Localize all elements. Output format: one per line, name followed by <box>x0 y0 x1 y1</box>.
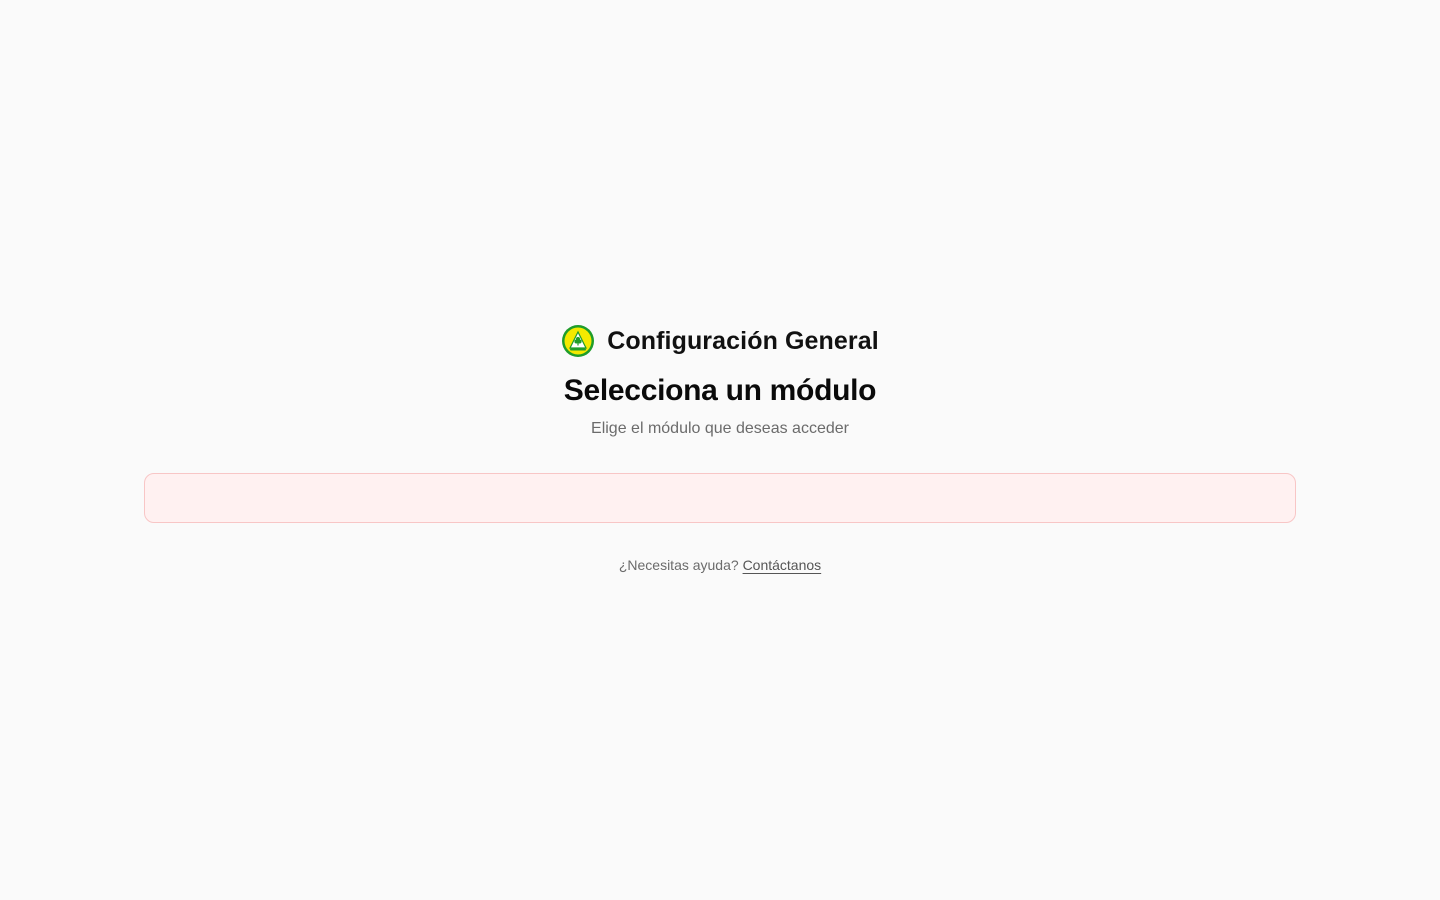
module-selection-page: Configuración General Selecciona un módu… <box>0 0 1440 900</box>
brand-header: Configuración General <box>0 323 1440 359</box>
contact-link[interactable]: Contáctanos <box>743 557 822 573</box>
help-text: ¿Necesitas ayuda? <box>618 557 743 573</box>
page-subheading: Elige el módulo que deseas acceder <box>591 420 849 437</box>
help-footer: ¿Necesitas ayuda? Contáctanos <box>0 555 1440 575</box>
page-heading: Selecciona un módulo <box>563 374 877 407</box>
modules-panel <box>144 473 1296 523</box>
cooperative-logo-icon <box>562 325 595 357</box>
app-title: Configuración General <box>607 326 879 355</box>
